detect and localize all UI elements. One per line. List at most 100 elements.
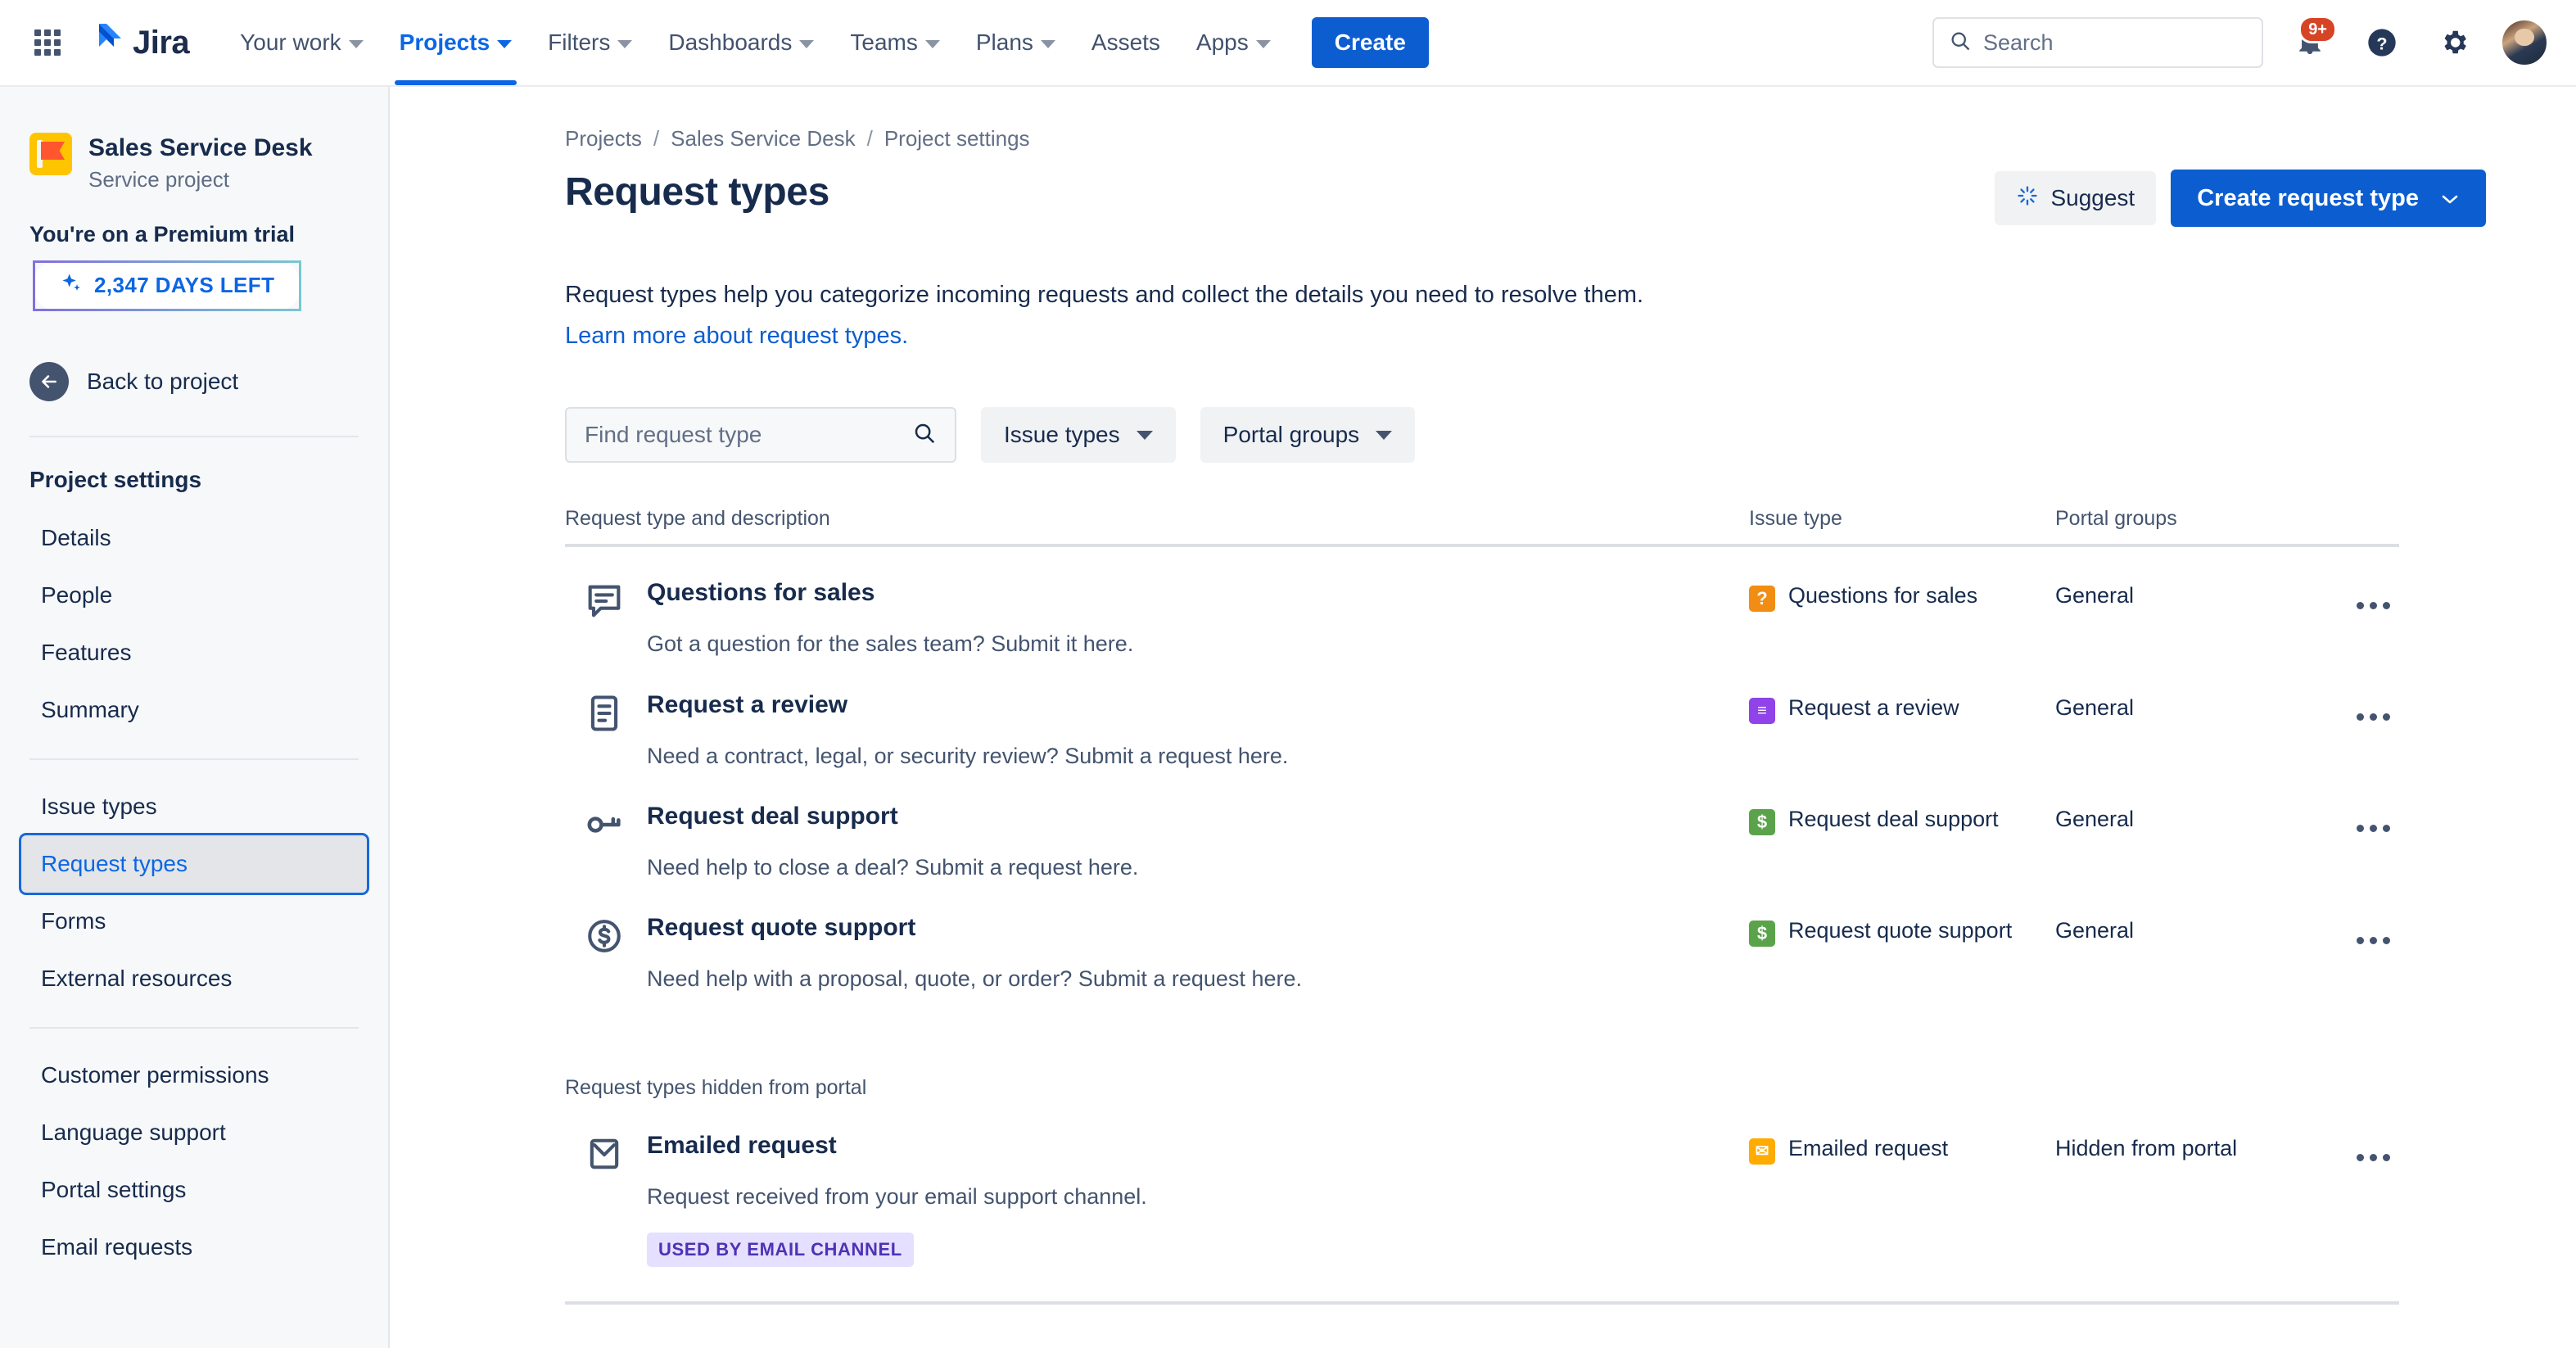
jira-home-link[interactable]: Jira [88,22,190,64]
help-question-icon[interactable]: ? [2357,17,2407,68]
sidebar-item-label: Details [41,524,111,550]
nav-label: Apps [1195,29,1249,55]
sidebar-item-label: External resources [41,965,233,991]
more-horizontal-icon[interactable] [2348,807,2397,851]
nav-label: Dashboards [668,29,793,55]
project-name: Sales Service Desk [88,134,313,161]
breadcrumb-sales-service-desk[interactable]: Sales Service Desk [671,126,855,152]
issue-type-badge: ? [1749,586,1775,613]
request-type-name[interactable]: Request quote support [647,913,1302,943]
portal-group-cell: General [2055,583,2135,608]
search-input[interactable]: Search [1932,17,2263,68]
chevron-down-icon [1376,430,1393,440]
table-row: Request a review Need a contract, legal,… [565,659,2399,771]
project-header[interactable]: Sales Service Desk Service project [0,87,388,192]
notifications-bell-icon[interactable]: 9+ [2285,16,2337,68]
issue-type-label: Emailed request [1788,1135,1949,1160]
sidebar-item-details[interactable]: Details [21,509,367,567]
sidebar-item-summary[interactable]: Summary [21,681,367,739]
table-header-row: Request type and description Issue type … [565,507,2399,548]
avatar[interactable] [2501,19,2548,66]
request-type-name[interactable]: Emailed request [647,1131,1147,1160]
sidebar-item-request-types[interactable]: Request types [21,835,367,893]
sidebar-item-customer-permissions[interactable]: Customer permissions [21,1047,367,1104]
sidebar-item-people[interactable]: People [21,567,367,624]
sidebar-item-forms[interactable]: Forms [21,893,367,950]
nav-right-tools: Search 9+ ? [1932,16,2548,68]
find-request-type-input[interactable]: Find request type [565,407,956,464]
grid-apps-icon[interactable] [28,23,67,62]
suggest-button[interactable]: Suggest [1995,171,2157,225]
more-horizontal-icon[interactable] [2348,1136,2397,1180]
nav-item-your-work[interactable]: Your work [224,11,379,74]
issue-type-label: Request deal support [1788,806,1999,831]
sidebar-item-label: Language support [41,1119,226,1145]
trial-days-left-text: 2,347 DAYS LEFT [94,273,275,297]
request-types-table: Request type and description Issue type … [565,507,2399,1305]
page-description: Request types help you categorize incomi… [565,282,1644,308]
search-icon [912,421,937,450]
status-badge: USED BY EMAIL CHANNEL [647,1233,914,1268]
sidebar-divider [29,1026,359,1029]
portal-group-cell: General [2055,806,2135,831]
issue-type-label: Request a review [1788,694,1959,720]
nav-item-dashboards[interactable]: Dashboards [652,11,830,74]
nav-item-teams[interactable]: Teams [834,11,956,74]
chevron-down-icon [617,40,633,48]
portal-group-cell: General [2055,694,2135,720]
gear-icon[interactable] [2429,17,2479,68]
back-to-project-label: Back to project [87,368,239,394]
sidebar-item-external-resources[interactable]: External resources [21,950,367,1007]
issue-type-cell: $ Request quote support [1749,913,2055,993]
issue-type-badge: $ [1749,921,1775,948]
trial-label: You're on a Premium trial [29,221,295,247]
top-navigation-bar: Jira Your work Projects Filters Dashboar… [0,0,2576,87]
chevron-down-icon [799,40,815,48]
comment-bubble-icon [583,580,626,622]
envelope-icon [583,1133,626,1175]
create-request-type-label: Create request type [2197,184,2419,211]
table-row: Emailed request Request received from yo… [565,1100,2399,1268]
more-horizontal-icon[interactable] [2348,918,2397,962]
request-type-name[interactable]: Request a review [647,690,1288,720]
back-to-project-link[interactable]: Back to project [0,311,388,401]
nav-item-plans[interactable]: Plans [960,11,1072,74]
table-row: Request deal support Need help to close … [565,771,2399,882]
issue-types-filter-button[interactable]: Issue types [981,407,1176,464]
learn-more-link[interactable]: Learn more about request types. [565,319,2486,353]
nav-item-assets[interactable]: Assets [1075,11,1177,74]
sidebar-item-portal-settings[interactable]: Portal settings [21,1161,367,1219]
sidebar-item-issue-types[interactable]: Issue types [21,778,367,835]
more-horizontal-icon[interactable] [2348,695,2397,740]
sidebar-item-email-requests[interactable]: Email requests [21,1219,367,1276]
request-type-description: Got a question for the sales team? Submi… [647,631,1134,657]
primary-nav-links: Your work Projects Filters Dashboards Te… [224,0,1429,85]
chevron-down-icon [1040,40,1055,48]
portal-groups-filter-button[interactable]: Portal groups [1200,407,1416,464]
request-type-name[interactable]: Request deal support [647,802,1138,831]
breadcrumb-project-settings[interactable]: Project settings [884,126,1030,152]
hidden-section-label: Request types hidden from portal [565,1075,867,1099]
table-row: Request quote support Need help with a p… [565,882,2399,993]
breadcrumb-projects[interactable]: Projects [565,126,642,152]
nav-item-projects[interactable]: Projects [383,11,529,85]
request-type-name[interactable]: Questions for sales [647,578,1133,608]
project-flag-avatar [29,133,72,175]
sidebar-item-label: Issue types [41,793,157,819]
nav-item-apps[interactable]: Apps [1180,11,1287,74]
breadcrumb: Projects / Sales Service Desk / Project … [565,126,2486,152]
table-footer-divider [565,1301,2399,1305]
dollar-circle-icon [583,915,626,957]
nav-label: Teams [850,29,918,55]
sidebar-item-language-support[interactable]: Language support [21,1104,367,1161]
trial-days-left-pill[interactable]: 2,347 DAYS LEFT [33,260,302,311]
issue-type-badge: $ [1749,808,1775,835]
sidebar-item-features[interactable]: Features [21,624,367,681]
nav-label: Plans [975,29,1033,55]
more-horizontal-icon[interactable] [2348,583,2397,627]
sparkle-icon [60,272,83,299]
create-button[interactable]: Create [1311,17,1429,68]
nav-item-filters[interactable]: Filters [531,11,649,74]
sidebar-item-label: Summary [41,696,139,722]
create-request-type-button[interactable]: Create request type [2171,170,2486,227]
